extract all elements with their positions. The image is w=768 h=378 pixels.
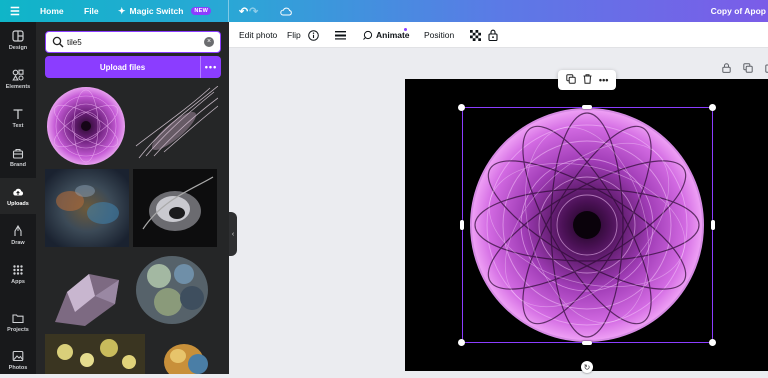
- upload-thumbnail[interactable]: [154, 334, 218, 374]
- rail-label: Draw: [11, 239, 25, 246]
- add-page-icon[interactable]: [764, 63, 768, 75]
- elements-icon: [12, 69, 24, 81]
- rail-label: Photos: [8, 364, 28, 371]
- upload-files-label: Upload files: [99, 62, 146, 72]
- duplicate-icon[interactable]: [565, 74, 576, 86]
- fractal-wisp-image: [134, 86, 218, 166]
- rail-label: Design: [8, 44, 28, 51]
- rail-label: Text: [12, 122, 24, 129]
- border-style-icon[interactable]: [335, 22, 346, 48]
- upload-thumbnail[interactable]: [45, 334, 145, 374]
- folder-icon: [12, 313, 24, 323]
- left-rail: Design Elements Text Brand Uploads Draw …: [0, 22, 36, 374]
- text-icon: [13, 108, 23, 119]
- upload-thumbnail[interactable]: [133, 169, 217, 247]
- fractal-shell-image: [133, 169, 217, 247]
- search-input[interactable]: [67, 35, 197, 49]
- lock-icon[interactable]: [488, 22, 498, 48]
- animate-button[interactable]: Animate: [362, 22, 410, 48]
- new-indicator-dot: [404, 28, 407, 31]
- lock-page-icon[interactable]: [720, 63, 732, 75]
- flip-button[interactable]: Flip: [287, 22, 301, 48]
- clear-icon[interactable]: ×: [204, 37, 214, 47]
- rail-item-photos[interactable]: Photos: [0, 342, 36, 378]
- page-tools: [720, 63, 768, 75]
- undo-icon[interactable]: ↶: [239, 0, 248, 22]
- rail-item-design[interactable]: Design: [0, 22, 36, 58]
- rail-label: Apps: [11, 278, 25, 285]
- element-context-menu: •••: [558, 70, 616, 90]
- animate-icon: [363, 30, 373, 40]
- apps-grid-icon: [13, 264, 23, 275]
- pen-icon: [14, 224, 22, 236]
- resize-handle-top[interactable]: [582, 105, 592, 109]
- magic-switch-label: Magic Switch: [129, 6, 184, 16]
- hamburger-icon[interactable]: ☰: [10, 0, 20, 22]
- search-icon: [52, 36, 64, 48]
- file-menu[interactable]: File: [84, 0, 99, 22]
- fractal-sphere-image: [46, 86, 126, 166]
- document-title[interactable]: Copy of Apop: [711, 0, 768, 22]
- resize-handle-bl[interactable]: [458, 339, 465, 346]
- rail-item-projects[interactable]: Projects: [0, 304, 36, 340]
- position-button[interactable]: Position: [424, 22, 454, 48]
- sparkle-icon: ✦: [118, 5, 126, 16]
- rail-item-brand[interactable]: Brand: [0, 139, 36, 175]
- duplicate-page-icon[interactable]: [742, 63, 754, 75]
- home-menu[interactable]: Home: [40, 0, 64, 22]
- edit-photo-button[interactable]: Edit photo: [239, 22, 277, 48]
- cloud-icon[interactable]: [280, 0, 292, 22]
- resize-handle-left[interactable]: [460, 220, 464, 230]
- upload-thumbnail[interactable]: [45, 169, 129, 247]
- rotate-icon[interactable]: ↻: [581, 361, 593, 373]
- resize-handle-tl[interactable]: [458, 104, 465, 111]
- redo-icon[interactable]: ↷: [249, 0, 258, 22]
- cloud-upload-icon: [13, 188, 24, 195]
- resize-handle-tr[interactable]: [709, 104, 716, 111]
- upload-thumbnail[interactable]: [134, 252, 218, 332]
- top-bar: ☰ Home File ✦ Magic Switch NEW ↶ ↷ Copy …: [0, 0, 768, 22]
- design-icon: [12, 29, 24, 42]
- more-options-button[interactable]: •••: [201, 56, 221, 78]
- fractal-amber-image: [154, 334, 218, 374]
- divider: [228, 0, 229, 22]
- animate-label: Animate: [376, 30, 410, 40]
- magic-switch-button[interactable]: ✦ Magic Switch NEW: [118, 0, 212, 22]
- fractal-crystal-image: [45, 252, 129, 332]
- upload-thumbnail[interactable]: [46, 86, 126, 166]
- rail-label: Projects: [7, 326, 29, 333]
- info-icon[interactable]: [308, 22, 319, 48]
- rail-item-uploads[interactable]: Uploads: [0, 178, 36, 214]
- search-box[interactable]: ×: [45, 31, 221, 53]
- new-badge: NEW: [191, 7, 212, 15]
- uploads-panel: × Upload files •••: [36, 22, 229, 374]
- rail-item-apps[interactable]: Apps: [0, 256, 36, 292]
- rail-item-elements[interactable]: Elements: [0, 61, 36, 97]
- upload-thumbnail[interactable]: [45, 252, 129, 332]
- selection-frame[interactable]: [462, 107, 713, 343]
- upload-files-button[interactable]: Upload files •••: [45, 56, 221, 78]
- rail-item-text[interactable]: Text: [0, 100, 36, 136]
- more-icon[interactable]: •••: [599, 75, 608, 85]
- trash-icon[interactable]: [583, 74, 592, 86]
- photo-icon: [12, 350, 24, 361]
- editor-toolbar: Edit photo Flip Animate Position: [229, 22, 768, 48]
- collapse-panel-button[interactable]: ‹: [229, 212, 237, 256]
- rail-label: Elements: [5, 83, 31, 90]
- resize-handle-bottom[interactable]: [582, 341, 592, 345]
- rail-item-draw[interactable]: Draw: [0, 217, 36, 253]
- resize-handle-right[interactable]: [711, 220, 715, 230]
- fractal-swirl-image: [45, 169, 129, 247]
- transparency-icon[interactable]: [470, 22, 481, 48]
- fractal-gold-image: [45, 334, 145, 374]
- rail-label: Brand: [10, 161, 26, 168]
- rail-label: Uploads: [7, 200, 29, 207]
- resize-handle-br[interactable]: [709, 339, 716, 346]
- upload-thumbnail[interactable]: [134, 86, 218, 166]
- fractal-bubbles-image: [134, 252, 218, 332]
- brand-icon: [12, 148, 24, 159]
